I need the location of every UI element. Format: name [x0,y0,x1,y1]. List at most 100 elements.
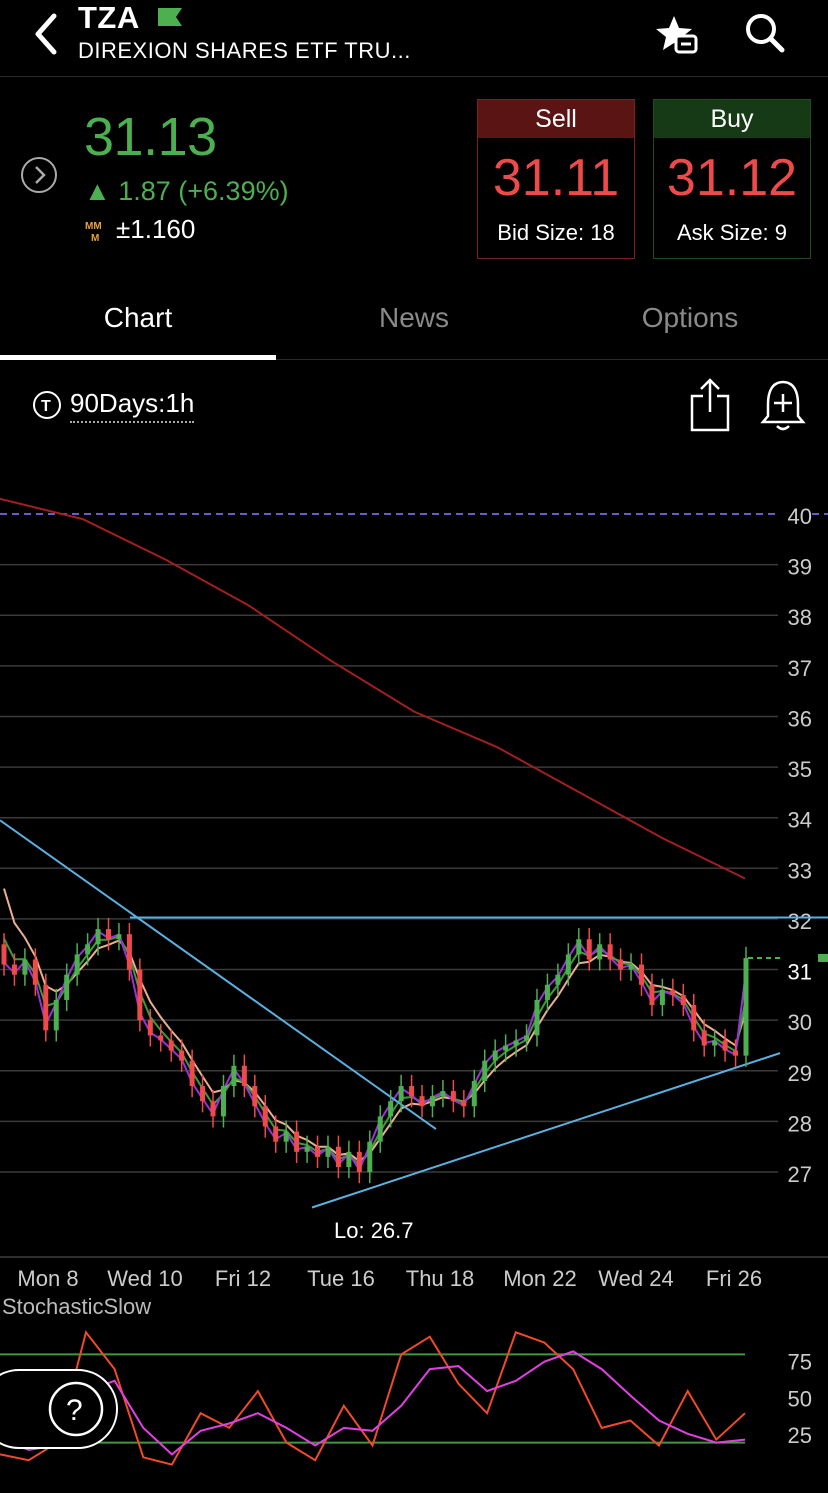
candle-body [409,1086,415,1097]
watchlist-star-icon[interactable] [654,12,700,58]
candle-body [659,989,665,1006]
candle-body [220,1086,226,1117]
tab-chart[interactable]: Chart [0,302,276,334]
candle-body [565,954,571,975]
candle-body [576,939,582,955]
search-icon[interactable] [742,10,788,56]
candle-body [179,1050,185,1061]
candle-body [304,1146,310,1152]
candle-body [43,984,49,1031]
ticker-symbol: TZA [78,0,140,35]
candle-body [158,1035,164,1041]
candle-body [315,1146,321,1157]
sell-box[interactable]: Sell 31.11 Bid Size: 18 [477,99,635,259]
candle-body [722,1040,728,1051]
tab-news[interactable]: News [276,302,552,334]
candle-body [273,1126,279,1142]
candle-body [733,1050,739,1056]
last-price: 31.13 [84,107,217,167]
candle-body [638,964,644,985]
candle-body [32,959,38,985]
y-tick-label: 32 [788,909,812,934]
chevron-left-icon [35,13,57,55]
candle-body [450,1091,456,1102]
candle-body [74,954,80,975]
candle-body [252,1086,258,1107]
x-tick-label: Tue 16 [307,1266,375,1291]
ask-price: 31.12 [666,149,798,207]
x-tick-label: Wed 24 [598,1266,673,1291]
candle-body [503,1045,509,1051]
flag-icon [158,8,182,26]
expand-quote-button[interactable] [20,156,58,194]
candle-body [106,929,112,940]
candle-body [586,939,592,960]
svg-text:M: M [91,233,99,244]
indicator-title: StochasticSlow [2,1294,152,1319]
candle-body [555,974,561,985]
candle-body [168,1040,174,1051]
x-tick-label: Thu 18 [406,1266,475,1291]
stochastic-tick-label: 25 [788,1423,812,1448]
candle-body [210,1101,216,1117]
tab-options[interactable]: Options [552,302,828,334]
candle-body [471,1080,477,1107]
help-button[interactable]: ? [0,1368,118,1450]
y-tick-label: 33 [788,858,812,883]
svg-text:MM: MM [85,221,102,232]
stochastic-tick-label: 50 [788,1386,812,1411]
candle-body [189,1060,195,1087]
candle-body [670,989,676,995]
time-selector-icon[interactable]: T [32,390,62,425]
candle-body [419,1096,425,1107]
candle-body [95,929,101,945]
bid-price: 31.11 [492,149,620,207]
candle-body [712,1040,718,1046]
price-change: ▲ 1.87 (+6.39%) [84,176,289,206]
candle-body [22,959,28,975]
candle-body [701,1030,707,1046]
candle-body [618,959,624,970]
candle-body [461,1101,467,1107]
candle-body [607,944,613,960]
header-divider [0,76,828,77]
candle-body [126,934,132,970]
active-tab-indicator [0,355,276,360]
market-maker-icon: MM M [84,218,110,244]
candle-body [743,957,749,1056]
candle-body [513,1040,519,1046]
candle-body [283,1131,289,1142]
y-tick-label: 31 [788,960,812,985]
candle-body [649,984,655,1006]
x-axis-labels: Mon 8 Wed 10 Fri 12 Tue 16 Thu 18 Mon 22 Wed 2… [17,1266,762,1291]
candle-body [200,1086,206,1102]
buy-label: Buy [654,100,810,138]
candle-body [544,984,550,1000]
y-tick-label: 34 [788,808,812,833]
chart-period-selector[interactable]: 90Days:1h [70,388,195,423]
price-alert-bell-icon[interactable] [760,378,806,439]
y-tick-label: 37 [788,656,812,681]
last-price-tag [818,953,828,962]
buy-box[interactable]: Buy 31.12 Ask Size: 9 [653,99,811,259]
price-chart[interactable]: 40 39 38 37 36 35 34 33 32 31 30 29 28 27 Mon 8 Wed 10… [0,470,828,1300]
candle-body [325,1146,331,1157]
candle-body [137,969,143,1021]
back-button[interactable] [30,12,70,56]
chart-overlays [0,497,828,1209]
candle-body [231,1065,237,1087]
x-tick-label: Fri 26 [706,1266,762,1291]
candle-body [429,1096,435,1107]
x-tick-label: Fri 12 [215,1266,271,1291]
x-tick-label: Wed 10 [107,1266,182,1291]
candle-body [398,1086,404,1102]
candle-body [356,1151,362,1173]
candle-body [628,964,634,970]
help-label: ? [66,1394,83,1427]
y-axis-labels: 40 39 38 37 36 35 34 33 32 31 30 29 28 27 [788,504,812,1187]
slow-moving-average-line [3,888,747,1163]
y-tick-label: 40 [788,504,812,529]
stochastic-chart: 75 50 25 [0,1330,812,1466]
share-icon[interactable] [690,378,730,437]
candle-body [534,999,540,1036]
